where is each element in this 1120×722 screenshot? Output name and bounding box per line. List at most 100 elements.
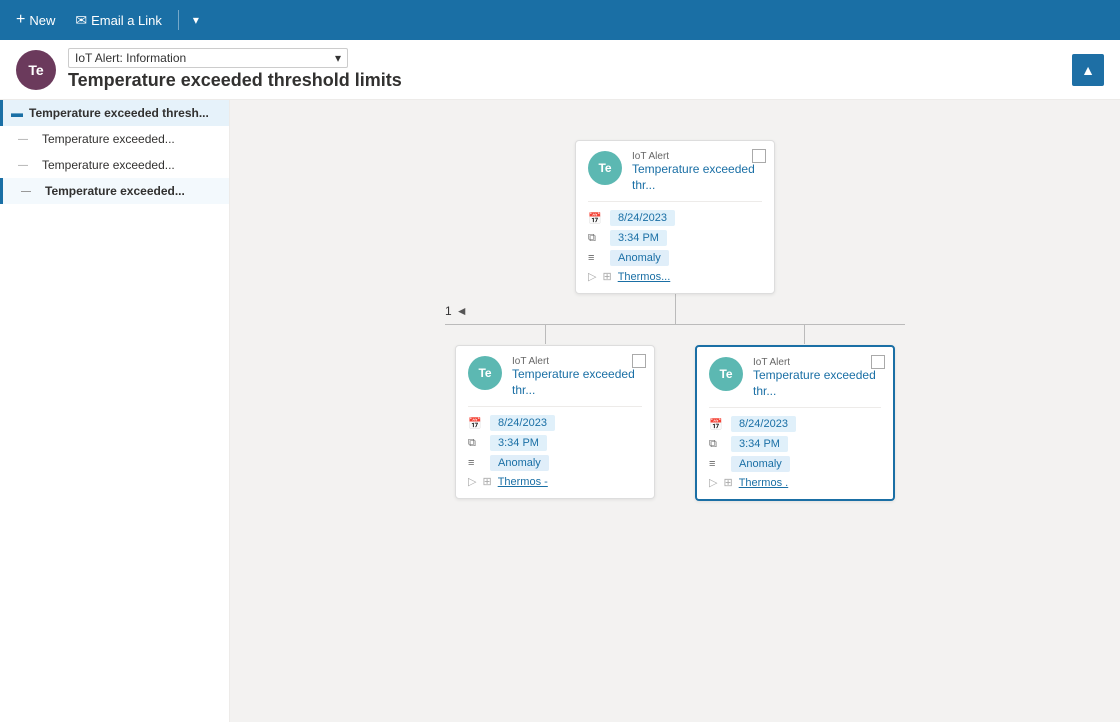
copy-icon: ⧉ (588, 232, 604, 245)
root-category-field: ≡ Anomaly (588, 250, 762, 266)
child2-date: 8/24/2023 (731, 416, 796, 432)
child2-header: Te IoT Alert Temperature exceeded thr... (709, 357, 881, 399)
prev-page-button[interactable]: ◄ (456, 304, 468, 318)
child1-avatar: Te (468, 356, 502, 390)
right-v-drop (804, 324, 805, 344)
child2-divider (709, 407, 881, 408)
copy-icon: ⧉ (468, 437, 484, 450)
root-v-connector (675, 294, 676, 324)
pagination-area: 1 ◄ (445, 324, 905, 325)
child1-category: Anomaly (490, 455, 549, 471)
root-row: Te IoT Alert Temperature exceeded thr...… (575, 140, 775, 294)
arrow-icon: ▷ (709, 476, 717, 489)
header: Te IoT Alert: Information ▾ Temperature … (0, 40, 1120, 100)
root-thermos-link[interactable]: Thermos... (618, 271, 671, 283)
sidebar-item-3[interactable]: — Temperature exceeded... (0, 178, 229, 204)
root-card-inner: Te IoT Alert Temperature exceeded thr...… (576, 141, 774, 293)
root-avatar: Te (588, 151, 622, 185)
child2-checkbox[interactable] (871, 355, 885, 369)
alert-type-dropdown[interactable]: IoT Alert: Information ▾ (68, 48, 348, 68)
child1-footer: ▷ ⊞ Thermos - (468, 475, 642, 488)
collapse-icon: ▲ (1081, 62, 1095, 78)
dash-icon: — (18, 134, 28, 145)
sidebar-item-label: Temperature exceeded thresh... (29, 106, 209, 120)
child-node-card-1: Te IoT Alert Temperature exceeded thr...… (455, 345, 655, 499)
root-checkbox[interactable] (752, 149, 766, 163)
canvas-area[interactable]: Te IoT Alert Temperature exceeded thr...… (230, 100, 1120, 722)
child2-thermos-link[interactable]: Thermos . (739, 477, 789, 489)
email-label: Email a Link (91, 13, 162, 28)
child2-date-field: 📅 8/24/2023 (709, 416, 881, 432)
child-node-card-2: Te IoT Alert Temperature exceeded thr...… (695, 345, 895, 501)
email-link-button[interactable]: ✉ Email a Link (67, 8, 170, 33)
root-footer: ▷ ⊞ Thermos... (588, 270, 762, 283)
dash-icon: — (18, 160, 28, 171)
page-number: 1 (445, 304, 452, 318)
child1-time-field: ⧉ 3:34 PM (468, 435, 642, 451)
arrow-icon: ▷ (588, 270, 596, 283)
child2-info: IoT Alert Temperature exceeded thr... (753, 357, 881, 399)
topbar-more-button[interactable]: ▾ (187, 9, 205, 31)
root-time: 3:34 PM (610, 230, 667, 246)
sidebar-item-label: Temperature exceeded... (32, 132, 175, 146)
sidebar-item-1[interactable]: — Temperature exceeded... (0, 126, 229, 152)
dropdown-value: IoT Alert: Information (75, 51, 331, 65)
copy-icon: ⧉ (709, 438, 725, 451)
child2-category: Anomaly (731, 456, 790, 472)
sidebar-item-label: Temperature exceeded... (32, 158, 175, 172)
prev-icon: ◄ (456, 304, 468, 318)
child2-category-field: ≡ Anomaly (709, 456, 881, 472)
child1-title[interactable]: Temperature exceeded thr... (512, 367, 642, 398)
calendar-icon: 📅 (468, 417, 484, 430)
thermos-icon: ⊞ (602, 270, 611, 283)
root-divider (588, 201, 762, 202)
chevron-down-icon: ▾ (193, 13, 199, 27)
child1-card-inner: Te IoT Alert Temperature exceeded thr...… (456, 346, 654, 498)
root-type: IoT Alert (632, 151, 762, 162)
thermos-icon: ⊞ (482, 475, 491, 488)
header-content: IoT Alert: Information ▾ Temperature exc… (68, 48, 1060, 91)
topbar: + New ✉ Email a Link ▾ (0, 0, 1120, 40)
child1-type: IoT Alert (512, 356, 642, 367)
page-title: Temperature exceeded threshold limits (68, 70, 1060, 91)
topbar-divider (178, 10, 179, 30)
list-icon: ≡ (588, 252, 604, 264)
sidebar: ▬ Temperature exceeded thresh... — Tempe… (0, 100, 230, 722)
children-row: Te IoT Alert Temperature exceeded thr...… (455, 345, 895, 501)
child2-footer: ▷ ⊞ Thermos . (709, 476, 881, 489)
sidebar-item-2[interactable]: — Temperature exceeded... (0, 152, 229, 178)
tree-container: Te IoT Alert Temperature exceeded thr...… (250, 120, 1100, 620)
new-button[interactable]: + New (8, 7, 63, 33)
child1-checkbox[interactable] (632, 354, 646, 368)
child2-time: 3:34 PM (731, 436, 788, 452)
child1-date-field: 📅 8/24/2023 (468, 415, 642, 431)
calendar-icon: 📅 (588, 212, 604, 225)
root-info: IoT Alert Temperature exceeded thr... (632, 151, 762, 193)
main-layout: ▬ Temperature exceeded thresh... — Tempe… (0, 100, 1120, 722)
pagination: 1 ◄ (445, 304, 468, 318)
new-label: New (29, 13, 55, 28)
root-title[interactable]: Temperature exceeded thr... (632, 162, 762, 193)
avatar: Te (16, 50, 56, 90)
calendar-icon: 📅 (709, 418, 725, 431)
child1-category-field: ≡ Anomaly (468, 455, 642, 471)
root-date: 8/24/2023 (610, 210, 675, 226)
list-icon: ≡ (468, 457, 484, 469)
thermos-icon: ⊞ (723, 476, 732, 489)
sidebar-expand-icon: ▬ (11, 106, 23, 120)
h-connector (445, 324, 905, 325)
child1-header: Te IoT Alert Temperature exceeded thr... (468, 356, 642, 398)
child1-date: 8/24/2023 (490, 415, 555, 431)
root-node-card: Te IoT Alert Temperature exceeded thr...… (575, 140, 775, 294)
list-icon: ≡ (709, 458, 725, 470)
child1-thermos-link[interactable]: Thermos - (498, 476, 548, 488)
child1-info: IoT Alert Temperature exceeded thr... (512, 356, 642, 398)
sidebar-item-root[interactable]: ▬ Temperature exceeded thresh... (0, 100, 229, 126)
collapse-button[interactable]: ▲ (1072, 54, 1104, 86)
child2-time-field: ⧉ 3:34 PM (709, 436, 881, 452)
arrow-icon: ▷ (468, 475, 476, 488)
email-icon: ✉ (75, 12, 87, 29)
child2-card-inner: Te IoT Alert Temperature exceeded thr...… (697, 347, 893, 499)
child2-title[interactable]: Temperature exceeded thr... (753, 368, 881, 399)
child1-time: 3:34 PM (490, 435, 547, 451)
